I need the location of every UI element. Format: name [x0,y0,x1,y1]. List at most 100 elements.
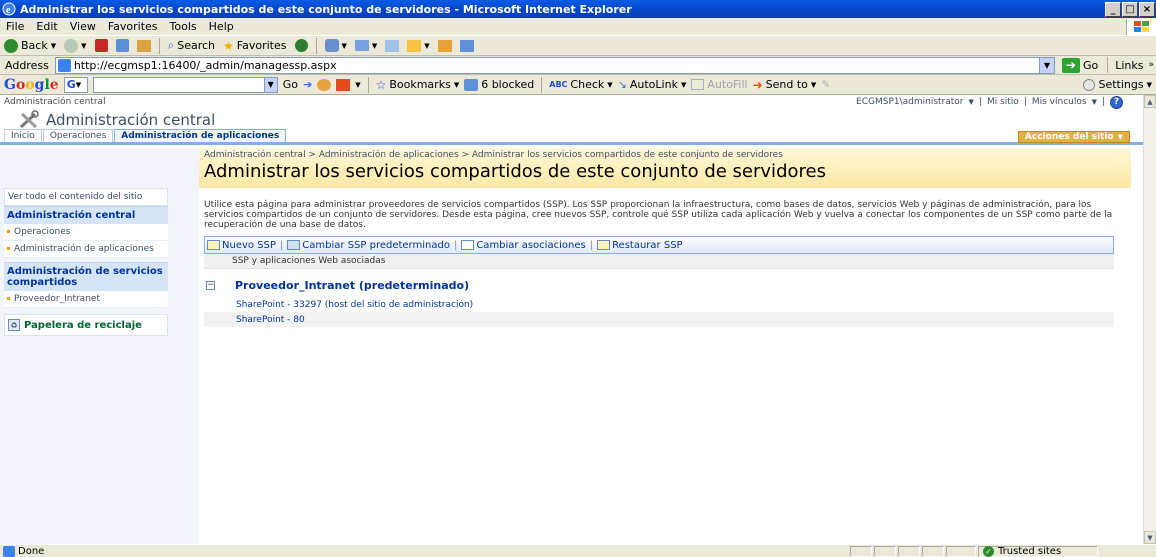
site-title[interactable]: Administración central [46,111,215,129]
page-description: Utilice esta página para administrar pro… [204,200,1113,230]
chevron-down-icon: ▼ [810,80,817,89]
scroll-down-arrow[interactable]: ▼ [1144,531,1156,544]
vertical-scrollbar[interactable]: ▲ ▼ [1143,95,1156,544]
status-pane [850,545,872,557]
chevron-down-icon: ▼ [1117,133,1123,141]
menu-tools[interactable]: Tools [164,20,203,33]
list-column-header[interactable]: SSP y aplicaciones Web asociadas [204,254,1114,269]
ssp-group-title[interactable]: Proveedor_Intranet (predeterminado) [235,279,469,292]
ssp-toolbar: Nuevo SSP | Cambiar SSP predeterminado |… [204,236,1114,254]
bookmarks-button[interactable]: ☆ Bookmarks ▼ [376,78,460,92]
leftnav-item-app-admin[interactable]: Administración de aplicaciones [4,241,168,258]
leftnav-item-proveedor-intranet[interactable]: Proveedor_Intranet [4,291,168,308]
back-button[interactable]: Back ▼ [2,38,58,53]
refresh-icon [115,39,129,52]
associations-icon [461,240,475,250]
chevron-right-icon: » [1148,60,1154,70]
restore-ssp-button[interactable]: Restaurar SSP [597,240,683,251]
autolink-button[interactable]: ↘ AutoLink ▼ [618,78,687,91]
svg-text:e: e [6,5,11,16]
pagerank-icon [317,78,332,91]
my-links-menu[interactable]: Mis vínculos [1032,97,1087,107]
recycle-bin-link[interactable]: ♻ Papelera de reciclaje [4,314,168,336]
minimize-button[interactable]: _ [1105,1,1121,17]
google-search-input[interactable]: ▼ [92,76,278,93]
new-item-icon [207,240,220,250]
change-associations-label: Cambiar asociaciones [476,239,586,251]
arrow-right-icon: ➔ [302,78,313,91]
leftnav-header-central-admin[interactable]: Administración central [4,206,168,224]
history-icon [324,39,339,52]
google-g-button[interactable]: G ▼ [63,76,88,93]
menu-file[interactable]: File [0,20,30,33]
home-button[interactable] [135,39,153,52]
highlight-icon[interactable] [336,78,351,91]
settings-label: Settings [1098,78,1144,91]
breadcrumb[interactable]: Administración central > Administración … [204,150,1131,160]
mail-button[interactable]: ▼ [353,40,379,51]
my-site-link[interactable]: Mi sitio [987,97,1019,107]
change-associations-button[interactable]: Cambiar asociaciones [461,239,586,251]
address-dropdown-arrow[interactable]: ▼ [1038,57,1054,73]
edit-icon [407,39,422,52]
search-icon: ⌕ [167,38,175,52]
favorites-button[interactable]: ★ Favorites [221,39,288,53]
site-actions-menu[interactable]: Acciones del sitio ▼ [1017,131,1130,143]
separator: | [1023,97,1027,107]
toolbar-separator [541,76,543,93]
tab-operaciones[interactable]: Operaciones [42,129,114,142]
edit-button[interactable]: ▼ [405,39,431,52]
bookmarks-label: Bookmarks [389,78,451,91]
google-search-dropdown-arrow[interactable]: ▼ [263,77,277,92]
media-button[interactable] [293,39,310,52]
history-button[interactable]: ▼ [323,39,349,52]
close-button[interactable]: × [1139,1,1155,17]
forward-button[interactable]: ▼ [62,38,88,53]
menu-help[interactable]: Help [203,20,240,33]
web-app-link[interactable]: SharePoint - 33297 (host del sitio de ad… [236,300,473,310]
google-logo[interactable]: Google [4,77,59,93]
tab-administracion-aplicaciones[interactable]: Administración de aplicaciones [114,129,287,142]
leftnav-item-operaciones[interactable]: Operaciones [4,224,168,241]
security-zone[interactable]: ✓ Trusted sites [978,545,1098,557]
toolbar-separator [158,37,160,54]
address-url: http://ecgmsp1:16400/_admin/managessp.as… [73,58,337,72]
new-ssp-button[interactable]: Nuevo SSP [207,240,276,251]
stop-button[interactable] [93,39,110,52]
tab-inicio[interactable]: Inicio [4,129,42,142]
google-go-button[interactable]: Go [283,78,298,91]
print-button[interactable] [383,39,401,52]
autofill-button[interactable]: AutoFill [691,78,748,91]
global-nav: Administración central ECGMSP1\administr… [0,95,1143,109]
address-input[interactable]: http://ecgmsp1:16400/_admin/managessp.as… [54,56,1055,74]
go-button[interactable]: ➔ Go [1058,57,1102,73]
site-link[interactable]: Administración central [4,97,106,107]
settings-button[interactable]: Settings ▼ [1083,78,1152,91]
help-icon[interactable]: ? [1110,95,1123,109]
refresh-button[interactable] [114,39,131,52]
collapse-icon[interactable]: − [206,280,215,290]
menu-view[interactable]: View [64,20,102,33]
sendto-button[interactable]: ➜ Send to ▼ [753,78,817,92]
search-button[interactable]: ⌕ Search [166,38,218,53]
chevron-down-icon: ▼ [424,41,430,50]
maximize-button[interactable]: □ [1122,1,1138,17]
scroll-up-arrow[interactable]: ▲ [1144,95,1156,108]
web-app-link[interactable]: SharePoint - 80 [236,315,305,325]
spellcheck-button[interactable]: ABC Check ▼ [549,78,612,91]
menu-favorites[interactable]: Favorites [102,20,164,33]
user-menu[interactable]: ECGMSP1\administrator [856,97,963,107]
messenger-button[interactable] [458,39,476,52]
discuss-button[interactable] [436,39,454,52]
settings-icon [1083,78,1096,91]
change-default-ssp-button[interactable]: Cambiar SSP predeterminado [287,240,450,251]
popup-blocker-button[interactable]: 6 blocked [464,78,534,91]
chevron-down-icon: ▼ [607,80,613,89]
pencil-icon[interactable]: ✎ [821,78,830,91]
blocked-label: 6 blocked [481,78,535,91]
stop-icon [94,39,108,52]
menu-edit[interactable]: Edit [30,20,63,33]
view-all-content-link[interactable]: Ver todo el contenido del sitio [4,188,168,206]
links-button[interactable]: Links [1113,59,1145,72]
leftnav-header-shared-services[interactable]: Administración de servicios compartidos [4,262,168,291]
